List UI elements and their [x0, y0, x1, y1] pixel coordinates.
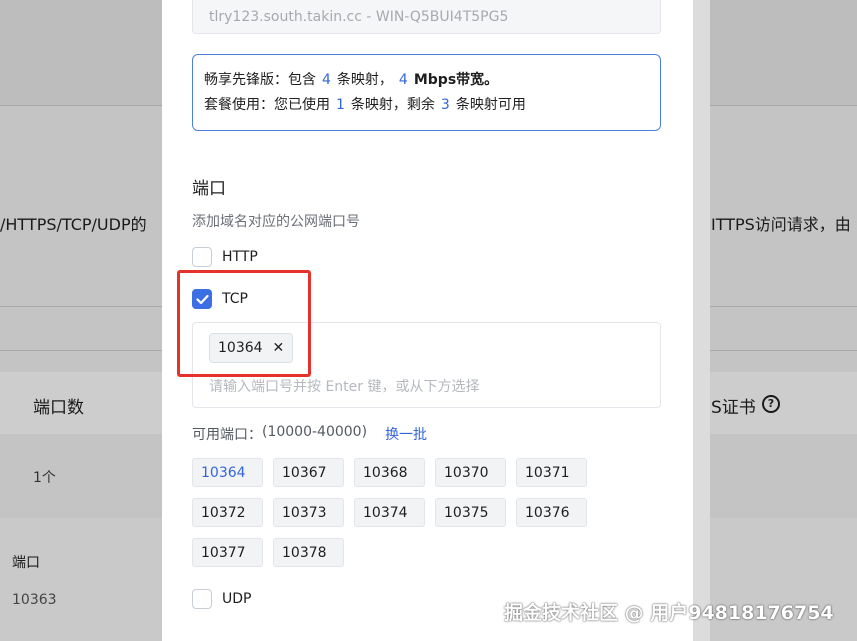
port-chip[interactable]: 10371: [516, 458, 587, 487]
port-tag: 10364 ✕: [209, 333, 294, 363]
port-chip[interactable]: 10373: [273, 498, 344, 527]
host-field[interactable]: tlry123.south.takin.cc - WIN-Q5BUI4T5PG5: [192, 0, 661, 34]
port-chip[interactable]: 10364: [192, 458, 263, 487]
close-icon[interactable]: ✕: [273, 340, 285, 356]
help-icon[interactable]: ?: [762, 395, 780, 413]
udp-label: UDP: [222, 591, 252, 607]
background-description-right: ITTPS访问请求，由: [711, 215, 851, 234]
modal-scrollbar[interactable]: [693, 0, 710, 641]
port-chip[interactable]: 10376: [516, 498, 587, 527]
port-chip[interactable]: 10378: [273, 538, 344, 567]
udp-option[interactable]: UDP: [192, 588, 251, 610]
plan-line-1-mid: 条映射，: [336, 72, 393, 88]
refresh-ports-button[interactable]: 换一批: [385, 424, 427, 444]
tcp-checkbox[interactable]: [192, 289, 212, 309]
udp-checkbox[interactable]: [192, 589, 212, 609]
plan-used-count: 1: [336, 97, 345, 113]
tag-input-placeholder: 请输入端口号并按 Enter 键，或从下方选择: [209, 379, 480, 395]
detail-port-value: 10363: [12, 592, 57, 608]
port-chip[interactable]: 10368: [354, 458, 425, 487]
plan-remaining-count: 3: [440, 97, 450, 113]
ports-section-description: 添加域名对应的公网端口号: [192, 214, 360, 230]
port-chip[interactable]: 10372: [192, 498, 263, 527]
port-chip[interactable]: 10374: [354, 498, 425, 527]
available-ports-range: (10000-40000): [262, 424, 368, 440]
http-label: HTTP: [222, 249, 258, 265]
available-ports-label: 可用端口：: [192, 427, 262, 443]
port-chip[interactable]: 10375: [435, 498, 506, 527]
http-checkbox[interactable]: [192, 247, 212, 267]
plan-mapping-count: 4: [322, 72, 331, 88]
plan-line-2-suffix: 条映射可用: [455, 97, 526, 113]
table-header-cert: S证书: [711, 398, 756, 418]
tcp-port-tag-input[interactable]: 10364 ✕ 请输入端口号并按 Enter 键，或从下方选择: [192, 322, 661, 408]
available-ports-row: 可用端口： (10000-40000) 换一批: [192, 424, 427, 444]
plan-line-2: 套餐使用：您已使用 1 条映射，剩余 3 条映射可用: [204, 93, 660, 118]
plan-line-2-prefix: 套餐使用：您已使用: [204, 97, 330, 113]
table-cell-ports: 1个: [33, 470, 56, 486]
http-option[interactable]: HTTP: [192, 246, 258, 268]
plan-line-1-prefix: 畅享先锋版：包含: [204, 72, 316, 88]
port-chip[interactable]: 10367: [273, 458, 344, 487]
available-ports-grid: 10364 10367 10368 10370 10371 10372 1037…: [192, 458, 612, 567]
plan-line-2-mid: 条映射，剩余: [350, 97, 435, 113]
tcp-option[interactable]: TCP: [192, 288, 248, 310]
watermark: 掘金技术社区 @ 用户94818176754: [504, 602, 834, 624]
plan-bandwidth: 4: [398, 72, 408, 88]
plan-info-box: 畅享先锋版：包含 4 条映射， 4 Mbps带宽。 套餐使用：您已使用 1 条映射，剩余 3 条…: [192, 54, 661, 131]
background-description-left: /HTTPS/TCP/UDP的: [0, 215, 147, 234]
port-chip[interactable]: 10377: [192, 538, 263, 567]
checkmark-icon: [195, 294, 209, 304]
plan-line-1-suffix: Mbps带宽。: [413, 72, 499, 88]
port-chip[interactable]: 10370: [435, 458, 506, 487]
detail-port-label: 端口: [12, 555, 40, 571]
table-header-ports: 端口数: [33, 398, 84, 418]
ports-section-title: 端口: [192, 179, 226, 199]
plan-line-1: 畅享先锋版：包含 4 条映射， 4 Mbps带宽。: [204, 68, 660, 93]
tcp-label: TCP: [222, 291, 248, 307]
port-tag-label: 10364: [218, 340, 263, 356]
